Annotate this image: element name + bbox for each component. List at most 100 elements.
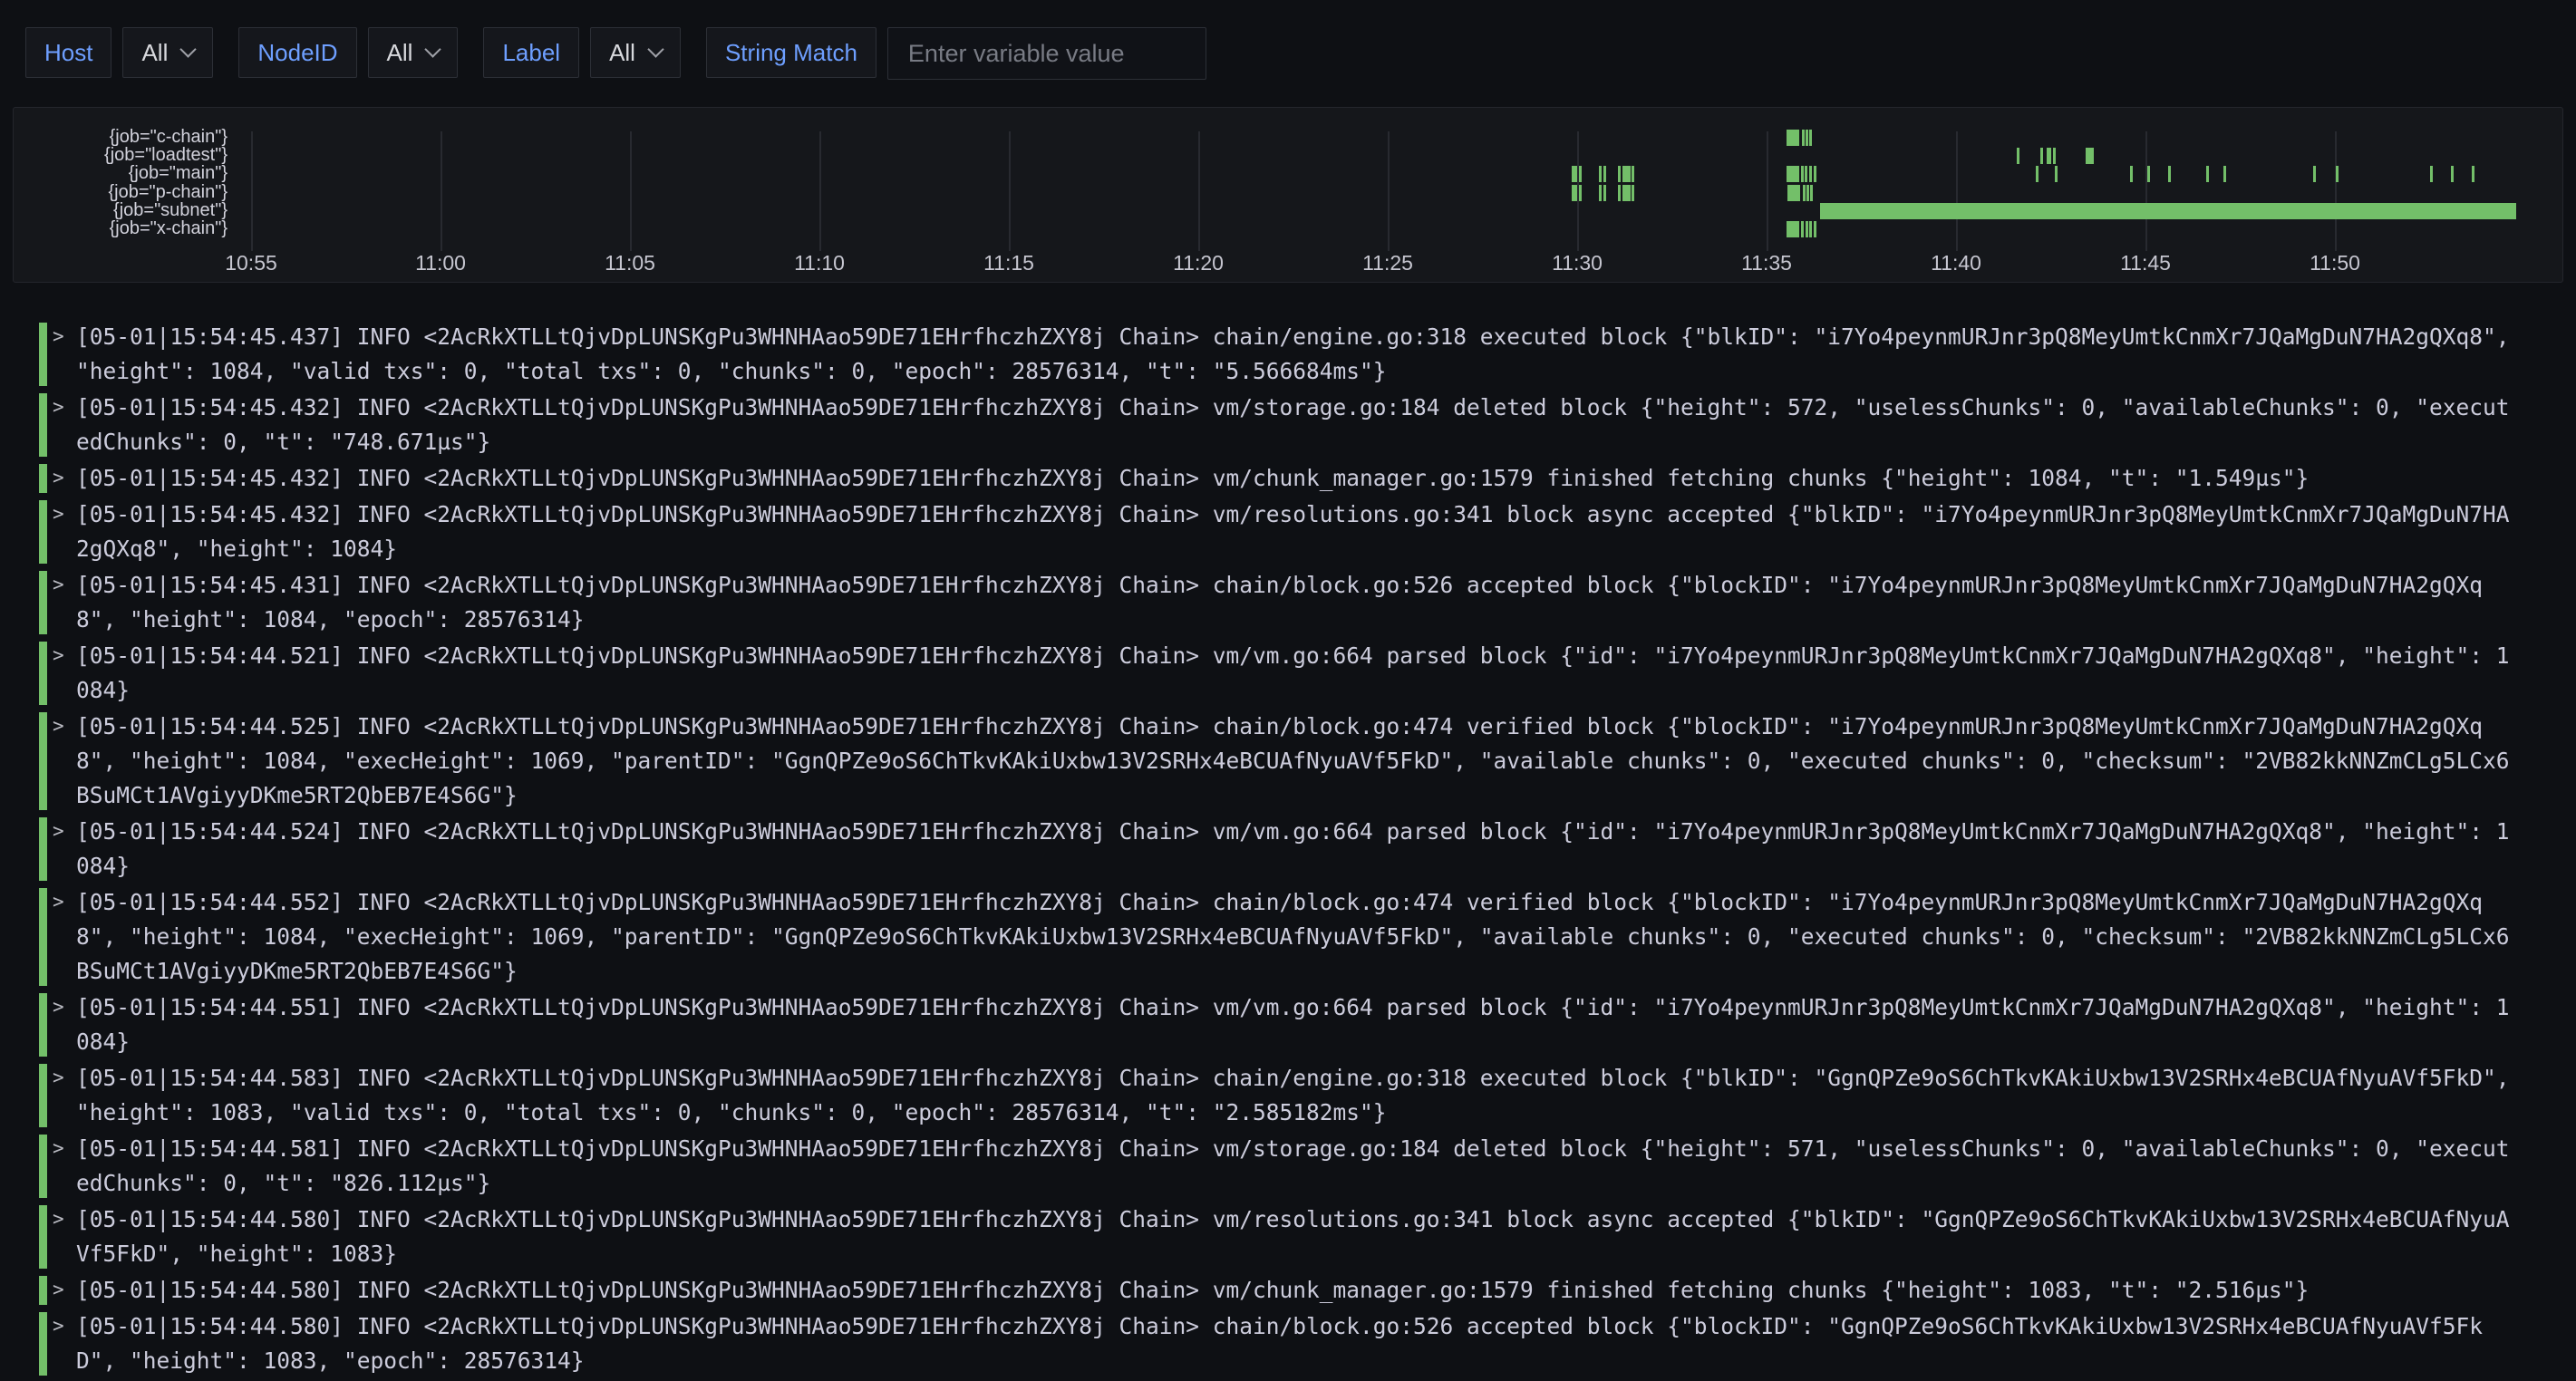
log-row[interactable]: > [05-01|15:54:45.432] INFO <2AcRkXTLLtQj… [39,460,2576,497]
variable-label-nodeid: NodeID [238,27,356,78]
log-volume-mark [2040,148,2043,164]
log-text: [05-01|15:54:44.525] INFO <2AcRkXTLLtQjv… [76,710,2514,813]
log-level-bar [39,1205,47,1269]
log-level-bar [39,1276,47,1305]
log-volume-mark [1632,185,1634,201]
legend-series-label[interactable]: {job="subnet"} [14,201,228,219]
expand-arrow-icon[interactable]: > [53,1315,64,1337]
grid-line [2145,131,2147,251]
log-volume-mark [1599,185,1602,201]
variable-select-label[interactable]: All [590,27,681,78]
expand-arrow-icon[interactable]: > [53,1137,64,1159]
expand-arrow-icon[interactable]: > [53,325,64,347]
x-axis-tick-label: 11:00 [395,251,486,275]
expand-arrow-icon[interactable]: > [53,644,64,666]
log-row[interactable]: >[05-01|15:54:44.580] INFO <2AcRkXTLLtQj… [39,1272,2576,1309]
variable-value-nodeid: All [387,27,413,78]
log-row[interactable]: > [05-01|15:54:44.552] INFO <2AcRkXTLLtQj… [39,884,2576,990]
log-row[interactable]: > [05-01|15:54:44.525] INFO <2AcRkXTLLtQj… [39,709,2576,814]
log-row[interactable]: >[05-01|15:54:44.580] INFO <2AcRkXTLLtQj… [39,1202,2576,1272]
expand-arrow-icon[interactable]: > [53,574,64,595]
log-volume-mark [1787,185,1800,201]
legend-series-label[interactable]: {job="loadtest"} [14,146,228,164]
log-row[interactable]: > [05-01|15:54:44.521] INFO <2AcRkXTLLtQj… [39,638,2576,709]
expand-arrow-icon[interactable]: > [53,715,64,737]
log-volume-mark [1806,185,1809,201]
grid-line [1388,131,1390,251]
log-level-bar [39,500,47,564]
variable-value-label: All [609,27,635,78]
log-text: [05-01|15:54:45.432] INFO <2AcRkXTLLtQjv… [76,461,2514,496]
log-volume-mark [2086,148,2094,164]
grid-line [2335,131,2337,251]
expand-arrow-icon[interactable]: > [53,467,64,488]
log-level-bar [39,888,47,986]
log-text: [05-01|15:54:44.521] INFO <2AcRkXTLLtQjv… [76,639,2514,708]
variable-select-host[interactable]: All [122,27,213,78]
log-row[interactable]: >[05-01|15:54:45.432] INFO <2AcRkXTLLtQj… [39,390,2576,460]
log-volume-mark [1801,166,1804,182]
expand-arrow-icon[interactable]: > [53,1279,64,1300]
log-level-bar [39,393,47,457]
log-volume-mark [1809,166,1812,182]
expand-arrow-icon[interactable]: > [53,820,64,842]
log-row[interactable]: >[05-01|15:54:45.432] INFO <2AcRkXTLLtQj… [39,497,2576,567]
log-volume-mark [1603,166,1606,182]
x-axis-tick-label: 11:20 [1153,251,1244,275]
log-volume-mark [1632,166,1634,182]
legend-series-label[interactable]: {job="p-chain"} [14,183,228,201]
log-volume-mark [1599,166,1602,182]
grid-line [819,131,821,251]
log-volume-mark [1805,166,1807,182]
variable-label: Label All [483,27,681,80]
log-volume-mark [1801,221,1804,237]
log-level-bar [39,323,47,386]
x-axis-tick-label: 11:10 [774,251,865,275]
log-level-bar [39,993,47,1057]
log-volume-mark [1618,185,1621,201]
chevron-down-icon [180,41,197,57]
variable-nodeid: NodeID All [238,27,458,80]
log-volume-mark [2451,166,2454,182]
variable-string-match: String Match [706,27,1206,80]
log-row[interactable]: >[05-01|15:54:44.581] INFO <2AcRkXTLLtQj… [39,1131,2576,1202]
log-text: [05-01|15:54:45.431] INFO <2AcRkXTLLtQjv… [76,568,2514,637]
log-row[interactable]: > [05-01|15:54:44.583] INFO <2AcRkXTLLtQj… [39,1060,2576,1131]
log-volume-mark [2223,166,2226,182]
grid-line [1198,131,1200,251]
log-volume-mark [1820,203,2516,219]
log-row[interactable]: > [05-01|15:54:45.431] INFO <2AcRkXTLLtQj… [39,567,2576,638]
expand-arrow-icon[interactable]: > [53,503,64,525]
log-volume-mark [2130,166,2133,182]
expand-arrow-icon[interactable]: > [53,996,64,1018]
log-volume-mark [2055,166,2058,182]
log-level-bar [39,464,47,493]
expand-arrow-icon[interactable]: > [53,396,64,418]
expand-arrow-icon[interactable]: > [53,1067,64,1088]
log-text: [05-01|15:54:44.583] INFO <2AcRkXTLLtQjv… [76,1061,2514,1130]
grid-line [630,131,632,251]
string-match-input[interactable] [887,27,1206,80]
log-row[interactable]: >[05-01|15:54:44.580] INFO <2AcRkXTLLtQj… [39,1309,2576,1379]
log-level-bar [39,1312,47,1376]
log-volume-mark [1572,185,1577,201]
x-axis-tick-label: 10:55 [206,251,296,275]
log-row[interactable]: >[05-01|15:54:44.551] INFO <2AcRkXTLLtQj… [39,990,2576,1060]
log-text: [05-01|15:54:44.552] INFO <2AcRkXTLLtQjv… [76,885,2514,989]
log-level-bar [39,571,47,634]
x-axis-tick-label: 11:25 [1342,251,1433,275]
variable-value-host: All [141,27,168,78]
expand-arrow-icon[interactable]: > [53,1208,64,1230]
legend-series-label[interactable]: {job="x-chain"} [14,219,228,237]
expand-arrow-icon[interactable]: > [53,891,64,913]
log-volume-mark [1572,166,1577,182]
variable-select-nodeid[interactable]: All [368,27,459,78]
legend-series-label[interactable]: {job="c-chain"} [14,128,228,146]
legend-series-label[interactable]: {job="main"} [14,164,228,182]
log-level-bar [39,642,47,705]
log-volume-mark [1787,166,1799,182]
log-row[interactable]: >[05-01|15:54:45.437] INFO <2AcRkXTLLtQj… [39,319,2576,390]
log-volume-mark [1622,185,1631,201]
log-row[interactable]: >[05-01|15:54:44.524] INFO <2AcRkXTLLtQj… [39,814,2576,884]
x-axis-tick-label: 11:45 [2100,251,2191,275]
